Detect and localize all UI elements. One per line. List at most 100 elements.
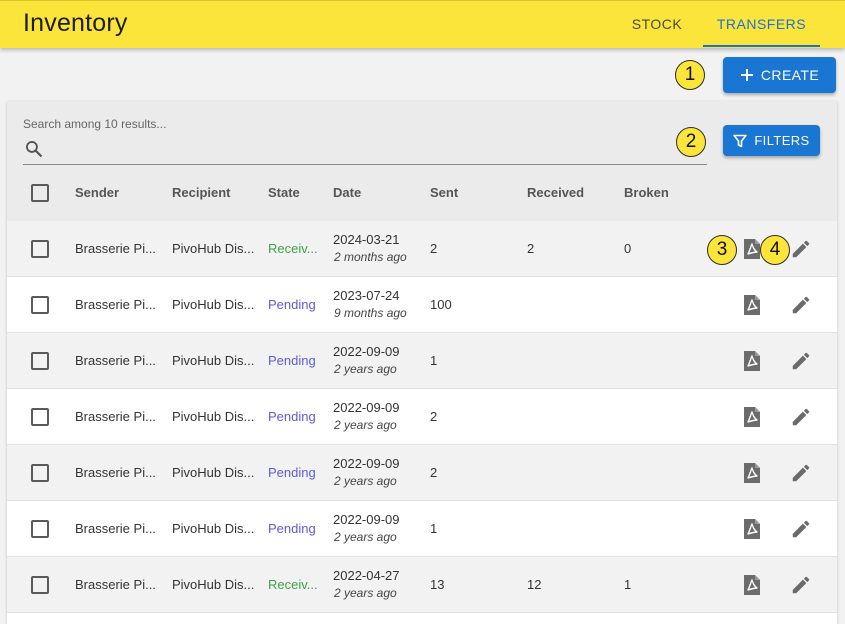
- sent-cell: 13: [430, 577, 445, 592]
- column-header-recipient[interactable]: Recipient: [172, 165, 231, 221]
- column-header-sent[interactable]: Sent: [430, 165, 458, 221]
- filters-button[interactable]: FILTERS: [723, 125, 820, 156]
- sender-cell: Brasserie Pi...: [75, 353, 156, 368]
- row-checkbox[interactable]: [31, 408, 49, 426]
- search-input[interactable]: [53, 137, 693, 159]
- recipient-cell: PivoHub Dis...: [172, 297, 255, 312]
- search-icon: [24, 139, 44, 164]
- funnel-icon: [733, 134, 748, 148]
- row-checkbox[interactable]: [31, 296, 49, 314]
- row-checkbox[interactable]: [31, 464, 49, 482]
- column-header-date[interactable]: Date: [333, 165, 361, 221]
- pdf-icon[interactable]: [742, 238, 762, 260]
- date-cell: 2024-03-21: [333, 232, 400, 247]
- recipient-cell: PivoHub Dis...: [172, 521, 255, 536]
- recipient-cell: PivoHub Dis...: [172, 409, 255, 424]
- pencil-icon[interactable]: [790, 238, 812, 260]
- pencil-icon[interactable]: [790, 574, 812, 596]
- sent-cell: 1: [430, 521, 438, 536]
- relative-date: 9 months ago: [334, 306, 407, 320]
- table-header: Sender Recipient State Date Sent Receive…: [7, 165, 837, 221]
- pdf-icon[interactable]: [742, 294, 762, 316]
- sent-cell: 100: [430, 297, 452, 312]
- column-header-state[interactable]: State: [268, 165, 300, 221]
- pencil-icon[interactable]: [790, 294, 812, 316]
- sender-cell: Brasserie Pi...: [75, 409, 156, 424]
- annotation-badge-3: 3: [707, 235, 737, 265]
- recipient-cell: PivoHub Dis...: [172, 353, 255, 368]
- broken-cell: 0: [624, 241, 632, 256]
- date-cell: 2022-09-09: [333, 400, 400, 415]
- table-row[interactable]: Brasserie Pi... PivoHub Dis... Pending 2022…: [7, 501, 837, 557]
- date-cell: 2022-09-09: [333, 512, 400, 527]
- column-header-broken[interactable]: Broken: [624, 165, 669, 221]
- sent-cell: 2: [430, 241, 438, 256]
- state-cell: Receiv...: [268, 241, 318, 256]
- tab-stock[interactable]: STOCK: [616, 1, 698, 49]
- row-checkbox[interactable]: [31, 520, 49, 538]
- relative-date: 2 years ago: [334, 530, 397, 544]
- state-cell: Pending: [268, 409, 316, 424]
- active-tab-indicator: [703, 45, 820, 47]
- search-label: Search among 10 results...: [23, 117, 167, 131]
- received-cell: 12: [527, 577, 542, 592]
- sender-cell: Brasserie Pi...: [75, 577, 156, 592]
- recipient-cell: PivoHub Dis...: [172, 465, 255, 480]
- annotation-badge-2: 2: [676, 127, 706, 157]
- table-row[interactable]: Brasserie Pi... PivoHub Dis... Pending 2022…: [7, 445, 837, 501]
- row-checkbox[interactable]: [31, 352, 49, 370]
- pdf-icon[interactable]: [742, 350, 762, 372]
- state-cell: Pending: [268, 521, 316, 536]
- table-row[interactable]: Brasserie Pi... PivoHub Dis... Pending 2023…: [7, 277, 837, 333]
- received-cell: 2: [527, 241, 535, 256]
- search-bar: Search among 10 results...: [7, 101, 837, 165]
- relative-date: 2 months ago: [334, 250, 407, 264]
- relative-date: 2 years ago: [334, 586, 397, 600]
- recipient-cell: PivoHub Dis...: [172, 577, 255, 592]
- annotation-badge-1: 1: [675, 60, 705, 90]
- table-row[interactable]: Brasserie Pi... PivoHub Dis... Pending 2022…: [7, 389, 837, 445]
- plus-icon: [740, 68, 754, 82]
- state-cell: Pending: [268, 465, 316, 480]
- date-cell: 2022-09-09: [333, 344, 400, 359]
- pdf-icon[interactable]: [742, 462, 762, 484]
- date-cell: 2023-07-24: [333, 288, 400, 303]
- state-cell: Receiv...: [268, 577, 318, 592]
- create-button[interactable]: CREATE: [723, 57, 836, 93]
- relative-date: 2 years ago: [334, 418, 397, 432]
- transfers-card: Search among 10 results... Sender Recipi…: [7, 101, 837, 624]
- pdf-icon[interactable]: [742, 574, 762, 596]
- pencil-icon[interactable]: [790, 518, 812, 540]
- recipient-cell: PivoHub Dis...: [172, 241, 255, 256]
- sender-cell: Brasserie Pi...: [75, 465, 156, 480]
- app-bar: Inventory STOCK TRANSFERS: [0, 0, 845, 48]
- filters-button-label: FILTERS: [754, 133, 810, 148]
- sender-cell: Brasserie Pi...: [75, 241, 156, 256]
- sender-cell: Brasserie Pi...: [75, 297, 156, 312]
- row-checkbox[interactable]: [31, 576, 49, 594]
- date-cell: 2022-04-27: [333, 568, 400, 583]
- tab-transfers[interactable]: TRANSFERS: [703, 1, 820, 49]
- relative-date: 2 years ago: [334, 474, 397, 488]
- pencil-icon[interactable]: [790, 406, 812, 428]
- sent-cell: 1: [430, 353, 438, 368]
- pencil-icon[interactable]: [790, 462, 812, 484]
- state-cell: Pending: [268, 297, 316, 312]
- select-all-checkbox[interactable]: [31, 184, 49, 202]
- sender-cell: Brasserie Pi...: [75, 521, 156, 536]
- column-header-received[interactable]: Received: [527, 165, 584, 221]
- app-title: Inventory: [23, 9, 128, 37]
- pdf-icon[interactable]: [742, 518, 762, 540]
- date-cell: 2022-09-09: [333, 456, 400, 471]
- annotation-badge-4: 4: [760, 235, 790, 265]
- row-checkbox[interactable]: [31, 240, 49, 258]
- column-header-sender[interactable]: Sender: [75, 165, 119, 221]
- table-row[interactable]: Brasserie Pi... PivoHub Dis... Pending 2022…: [7, 333, 837, 389]
- sent-cell: 2: [430, 465, 438, 480]
- sent-cell: 2: [430, 409, 438, 424]
- table-row[interactable]: Brasserie Pi... PivoHub Dis... Receiv... 20…: [7, 557, 837, 613]
- broken-cell: 1: [624, 577, 632, 592]
- pencil-icon[interactable]: [790, 350, 812, 372]
- pdf-icon[interactable]: [742, 406, 762, 428]
- state-cell: Pending: [268, 353, 316, 368]
